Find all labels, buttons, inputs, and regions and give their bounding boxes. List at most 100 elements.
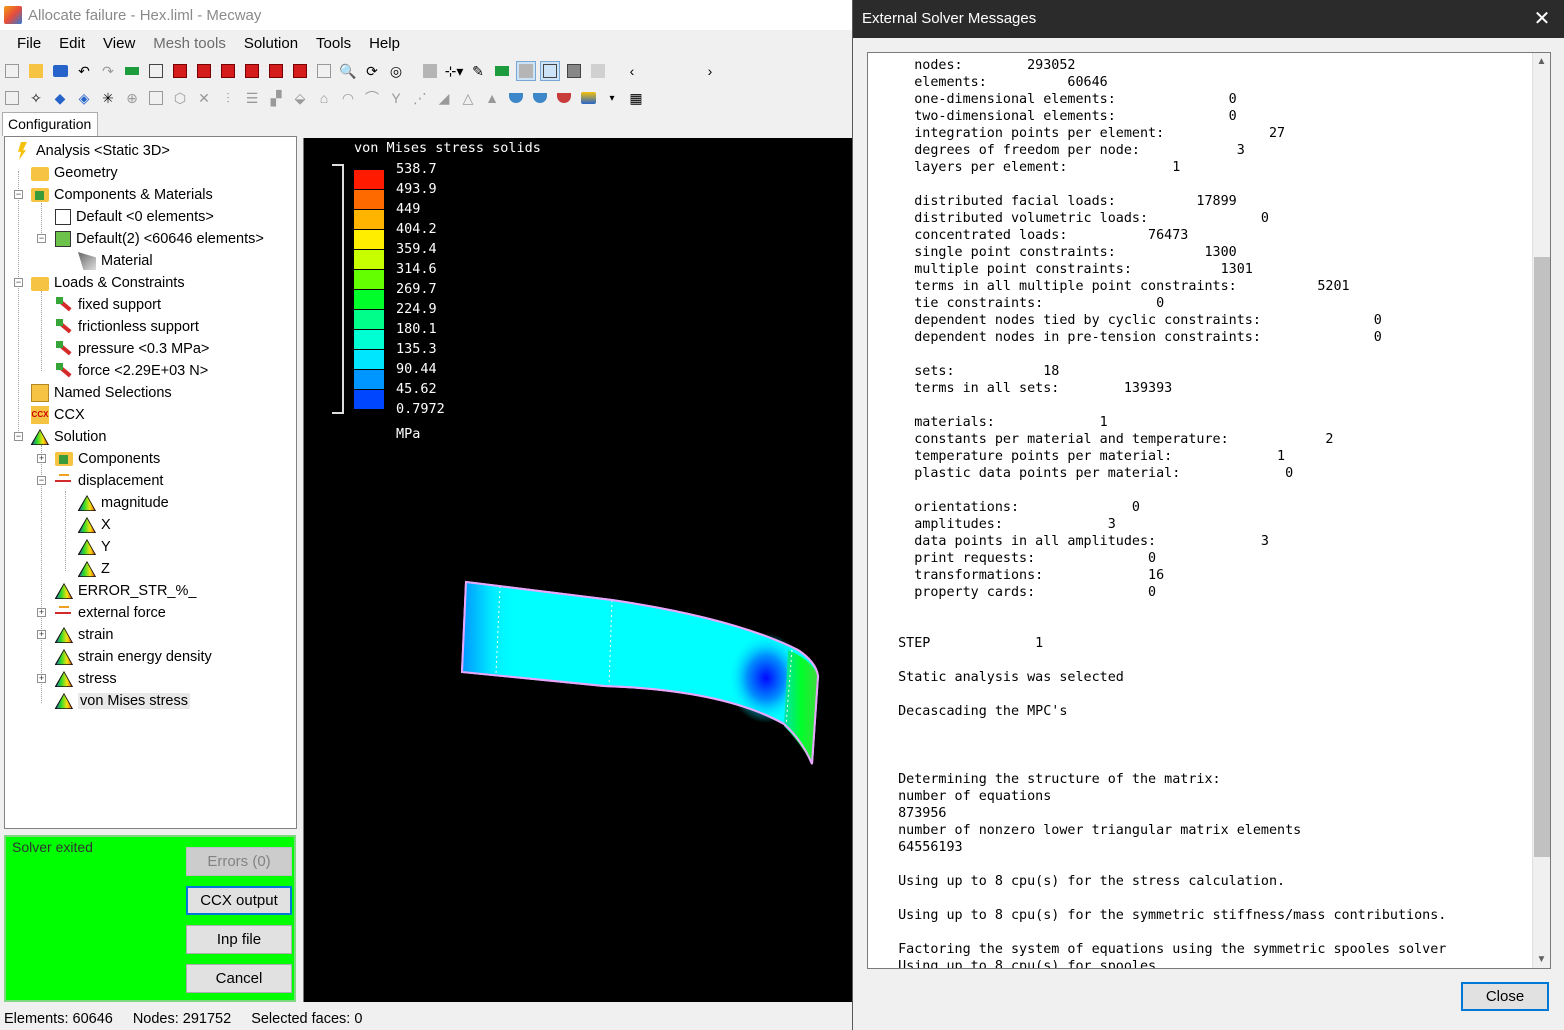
tree-item-pressure[interactable]: pressure <0.3 MPa> <box>55 338 209 360</box>
tree-item-strain[interactable]: strain <box>55 624 113 646</box>
dropdown-icon[interactable]: ▾ <box>602 88 622 108</box>
tree-icon[interactable]: Y <box>386 88 406 108</box>
expand-toggle[interactable]: + <box>37 454 46 463</box>
menu-solution[interactable]: Solution <box>235 33 307 55</box>
scroll-up-icon[interactable]: ▲ <box>1533 53 1550 70</box>
tree-item-default-component[interactable]: Default <0 elements> <box>55 206 214 228</box>
solid-view-icon[interactable] <box>516 61 536 81</box>
tree-item-force[interactable]: force <2.29E+03 N> <box>55 360 208 382</box>
mirror-icon[interactable]: △ <box>458 88 478 108</box>
nodes-icon[interactable]: ⋰ <box>410 88 430 108</box>
tree-item-fixed-support[interactable]: fixed support <box>55 294 161 316</box>
expand-toggle[interactable]: + <box>37 608 46 617</box>
tree-item-strain-energy-density[interactable]: strain energy density <box>55 646 212 668</box>
tree-item-geometry[interactable]: Geometry <box>31 162 118 184</box>
merge-icon[interactable]: ▞ <box>266 88 286 108</box>
wireframe-icon[interactable] <box>540 61 560 81</box>
expand-toggle[interactable]: − <box>14 278 23 287</box>
menu-edit[interactable]: Edit <box>50 33 94 55</box>
log-scrollbar[interactable]: ▲ ▼ <box>1532 53 1550 968</box>
menu-file[interactable]: File <box>0 33 50 55</box>
tree-item-x[interactable]: X <box>78 514 111 536</box>
zoom-fit-icon[interactable]: ◎ <box>386 61 406 81</box>
expand-toggle[interactable]: − <box>14 432 23 441</box>
inp-file-button[interactable]: Inp file <box>186 925 292 954</box>
delete-icon[interactable]: ✕ <box>194 88 214 108</box>
tree-item-displacement[interactable]: displacement <box>55 470 163 492</box>
zoom-window-icon[interactable] <box>314 61 334 81</box>
select-face-icon[interactable]: ◈ <box>74 88 94 108</box>
extrude-icon[interactable]: ⌂ <box>314 88 334 108</box>
mesh-icon[interactable] <box>564 61 584 81</box>
triangle-icon[interactable]: ▲ <box>482 88 502 108</box>
rotate-icon[interactable]: ⟳ <box>362 61 382 81</box>
zoom-icon[interactable]: 🔍 <box>338 61 358 81</box>
layer-icon[interactable]: ☰ <box>242 88 262 108</box>
expand-toggle[interactable]: − <box>14 190 23 199</box>
move-icon[interactable]: ⬙ <box>290 88 310 108</box>
tab-configuration[interactable]: Configuration <box>2 112 98 136</box>
open-folder-icon[interactable] <box>26 61 46 81</box>
new-file-icon[interactable] <box>2 61 22 81</box>
expand-toggle[interactable]: + <box>37 674 46 683</box>
select-element-icon[interactable]: ◆ <box>50 88 70 108</box>
view-isometric-icon[interactable] <box>146 61 166 81</box>
scroll-right-icon[interactable]: › <box>700 61 720 81</box>
redo-icon[interactable]: ↷ <box>98 61 118 81</box>
tree-item-frictionless-support[interactable]: frictionless support <box>55 316 199 338</box>
display-options-icon[interactable] <box>420 61 440 81</box>
tree-item-external-force[interactable]: external force <box>55 602 166 624</box>
refine-icon[interactable]: ⫶ <box>218 88 238 108</box>
tree-item-ccx[interactable]: CCX CCX <box>31 404 85 426</box>
view-bottom-icon[interactable] <box>290 61 310 81</box>
tree-item-z[interactable]: Z <box>78 558 110 580</box>
view-left-icon[interactable] <box>218 61 238 81</box>
expand-toggle[interactable]: − <box>37 234 46 243</box>
expand-toggle[interactable]: − <box>37 476 46 485</box>
view-back-icon[interactable] <box>194 61 214 81</box>
tree-item-von-mises-stress[interactable]: von Mises stress <box>55 690 190 712</box>
tree-item-material[interactable]: Material <box>78 250 153 272</box>
shell-1-icon[interactable] <box>506 88 526 108</box>
table-icon[interactable]: ▦ <box>626 88 646 108</box>
tree-item-loads-constraints[interactable]: Loads & Constraints <box>31 272 185 294</box>
scale-icon[interactable]: ◢ <box>434 88 454 108</box>
menu-help[interactable]: Help <box>360 33 409 55</box>
hex-icon[interactable]: ⬡ <box>170 88 190 108</box>
solve-icon[interactable] <box>122 61 142 81</box>
tree-item-solution-components[interactable]: Components <box>55 448 160 470</box>
errors-button[interactable]: Errors (0) <box>186 847 292 876</box>
box-icon[interactable] <box>146 88 166 108</box>
view-top-icon[interactable] <box>266 61 286 81</box>
menu-view[interactable]: View <box>94 33 144 55</box>
shaded-icon[interactable] <box>492 61 512 81</box>
tree-item-analysis[interactable]: Analysis <Static 3D> <box>13 140 170 162</box>
animation-icon[interactable] <box>578 88 598 108</box>
tree-item-components-materials[interactable]: Components & Materials <box>31 184 213 206</box>
select-node-icon[interactable]: ✧ <box>26 88 46 108</box>
axes-dropdown-icon[interactable]: ⊹▾ <box>444 61 464 81</box>
sweep-icon[interactable]: ⌒ <box>362 88 382 108</box>
tree-item-default2-component[interactable]: Default(2) <60646 elements> <box>55 228 264 250</box>
tree-item-named-selections[interactable]: Named Selections <box>31 382 172 404</box>
tree-item-stress[interactable]: stress <box>55 668 117 690</box>
select-icon[interactable] <box>2 88 22 108</box>
edit-icon[interactable]: ✎ <box>468 61 488 81</box>
expand-toggle[interactable]: + <box>37 630 46 639</box>
tree-item-solution[interactable]: Solution <box>31 426 106 448</box>
undo-icon[interactable]: ↶ <box>74 61 94 81</box>
tree-item-error-str[interactable]: ERROR_STR_%_ <box>55 580 196 602</box>
scrollbar-thumb[interactable] <box>1534 257 1550 857</box>
tree-item-magnitude[interactable]: magnitude <box>78 492 169 514</box>
cancel-button[interactable]: Cancel <box>186 964 292 993</box>
solver-log-textbox[interactable]: nodes: 293052 elements: 60646 one-dimens… <box>867 52 1551 969</box>
shell-2-icon[interactable] <box>530 88 550 108</box>
scroll-left-icon[interactable]: ‹ <box>622 61 642 81</box>
explode-icon[interactable]: ✳ <box>98 88 118 108</box>
menu-tools[interactable]: Tools <box>307 33 360 55</box>
split-icon[interactable]: ⊕ <box>122 88 142 108</box>
revolve-icon[interactable]: ◠ <box>338 88 358 108</box>
save-icon[interactable] <box>50 61 70 81</box>
ccx-output-button[interactable]: CCX output <box>186 886 292 915</box>
shell-3-icon[interactable] <box>554 88 574 108</box>
